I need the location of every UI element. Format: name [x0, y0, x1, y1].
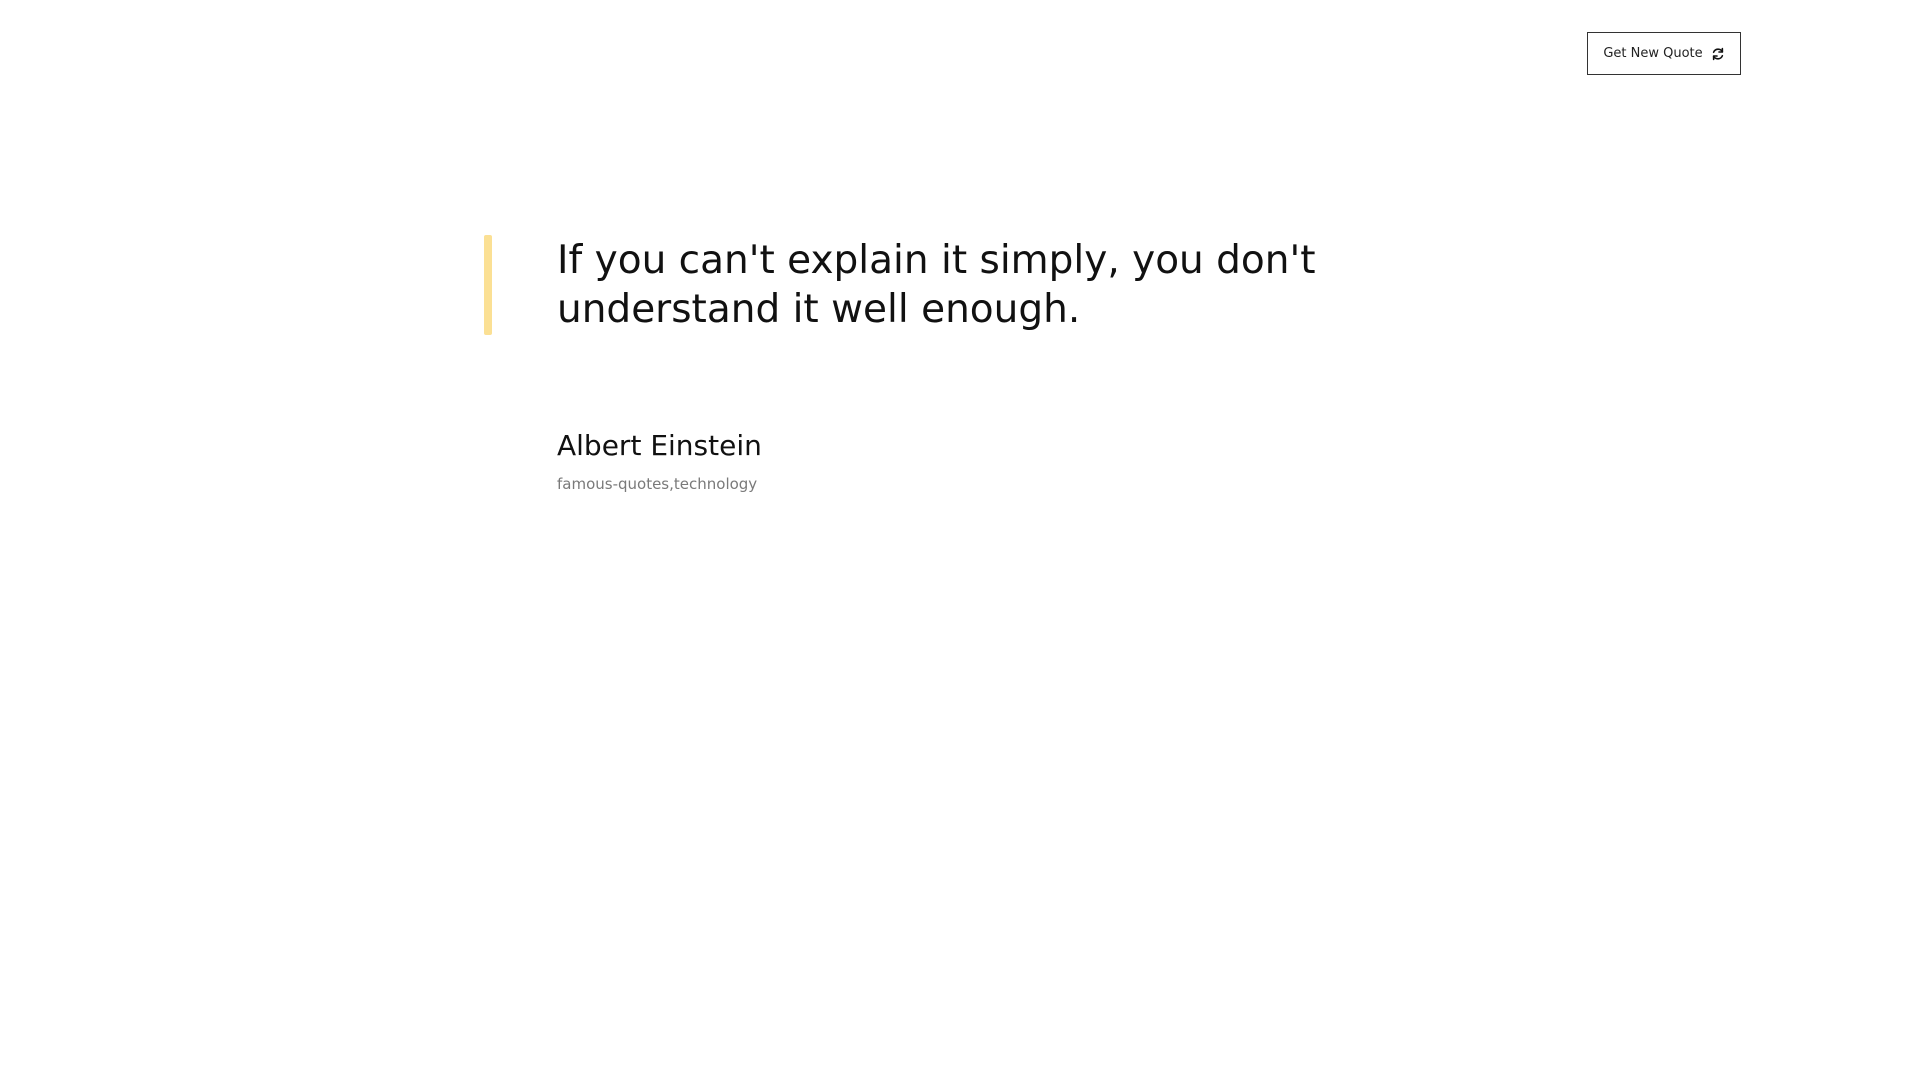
get-new-quote-label: Get New Quote	[1603, 46, 1703, 61]
quote-accent-bar	[484, 235, 492, 335]
refresh-icon	[1711, 47, 1725, 61]
quote-tags: famous-quotes,technology	[557, 475, 758, 493]
quote-author: Albert Einstein	[557, 429, 762, 462]
quote-text: If you can't explain it simply, you don'…	[557, 238, 1316, 332]
get-new-quote-button[interactable]: Get New Quote	[1587, 32, 1741, 75]
